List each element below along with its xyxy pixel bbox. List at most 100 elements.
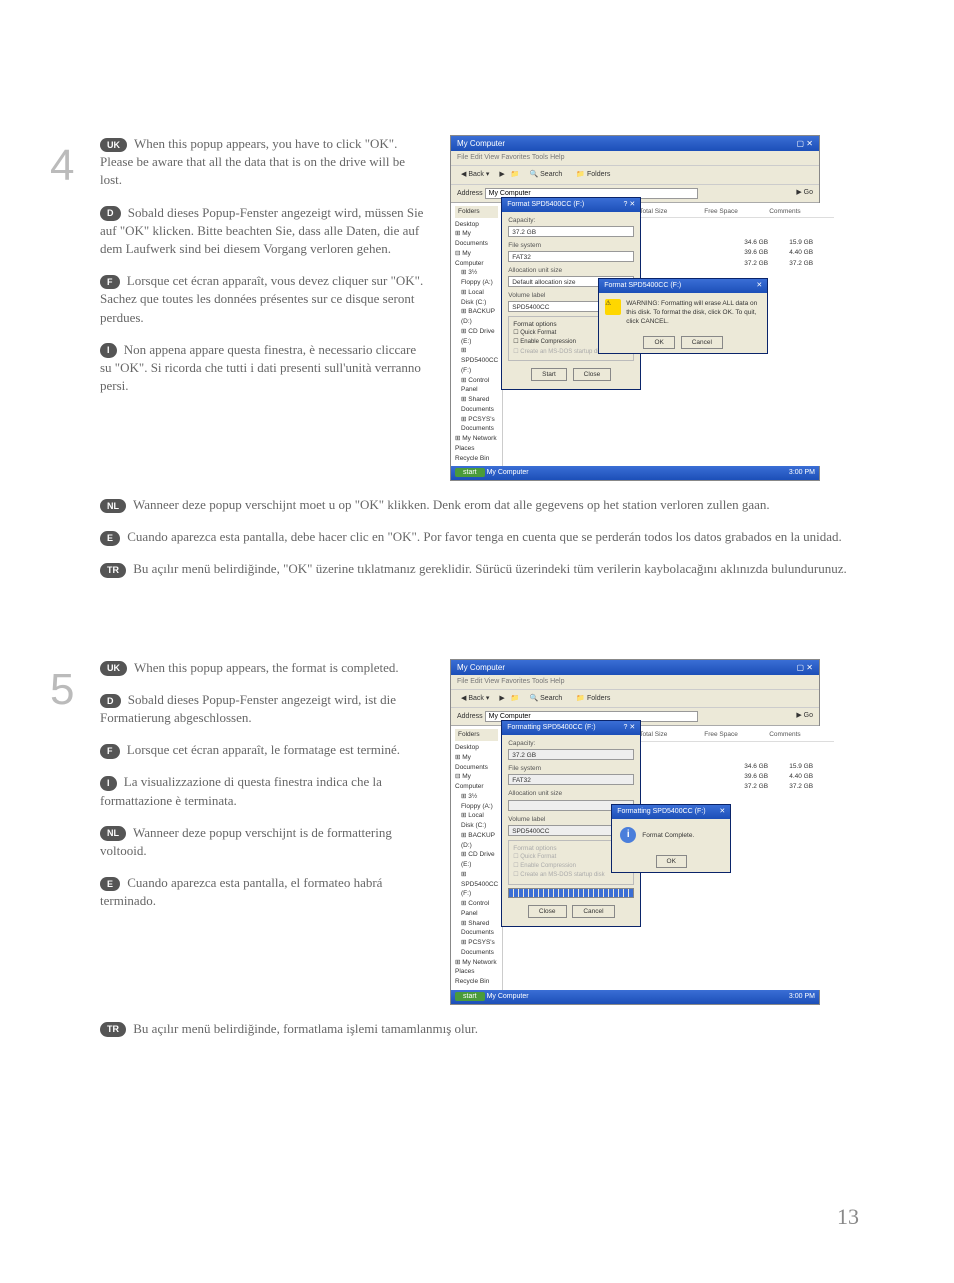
screenshot-format-warning: My Computer ▢ ✕ File Edit View Favorites… xyxy=(450,135,820,481)
tree-item: ⊞ My Documents xyxy=(455,753,498,773)
tree-item: ⊞ CD Drive (E:) xyxy=(455,327,498,347)
lang-f: F Lorsque cet écran apparaît, vous devez… xyxy=(100,272,430,327)
folder-tree: Folders Desktop ⊞ My Documents ⊟ My Comp… xyxy=(451,203,503,467)
drive-row: 34.6 GB15.9 GB xyxy=(629,762,834,772)
text-i: Non appena appare questa finestra, è nec… xyxy=(100,342,421,393)
close-icon: ? ✕ xyxy=(624,200,636,210)
text-uk: When this popup appears, the format is c… xyxy=(134,660,399,675)
alloc-label: Allocation unit size xyxy=(508,789,634,798)
cancel-button: Cancel xyxy=(681,336,723,349)
badge-d: D xyxy=(100,206,121,221)
badge-i: I xyxy=(100,776,117,791)
search-button: 🔍 Search xyxy=(525,169,566,181)
text-nl: Wanneer deze popup verschijnt moet u op … xyxy=(133,497,770,512)
tree-item: Desktop xyxy=(455,220,498,230)
close-icon: ✕ xyxy=(756,281,762,291)
warning-text: WARNING: Formatting will erase ALL data … xyxy=(626,299,761,326)
complete-title: Formatting SPD5400CC (F:) xyxy=(617,807,705,817)
progress-bar xyxy=(508,888,634,898)
lang-d: D Sobald dieses Popup-Fenster angezeigt … xyxy=(100,691,430,727)
badge-e: E xyxy=(100,531,120,546)
warning-title: Format SPD5400CC (F:) xyxy=(604,281,681,291)
capacity-value: 37.2 GB xyxy=(508,226,634,237)
start-button: start xyxy=(455,992,485,1001)
badge-e: E xyxy=(100,877,120,892)
text-i: La visualizzazione di questa finestra in… xyxy=(100,774,382,807)
text-d: Sobald dieses Popup-Fenster angezeigt wi… xyxy=(100,205,423,256)
tree-item: ⊟ My Computer xyxy=(455,772,498,792)
tree-item: ⊞ PCSYS's Documents xyxy=(455,938,498,958)
forward-icon: ▶ xyxy=(499,694,504,704)
start-button: start xyxy=(455,468,485,477)
filesystem-value: FAT32 xyxy=(508,251,634,262)
tree-item: ⊞ BACKUP (D:) xyxy=(455,307,498,327)
tree-item: ⊞ Local Disk (C:) xyxy=(455,288,498,308)
capacity-label: Capacity: xyxy=(508,739,634,748)
back-button: ◀ Back ▾ xyxy=(457,693,493,705)
tree-item: ⊞ 3½ Floppy (A:) xyxy=(455,792,498,812)
complete-dialog: Formatting SPD5400CC (F:) ✕ i Format Com… xyxy=(611,804,731,873)
badge-tr: TR xyxy=(100,1022,126,1037)
tree-item: ⊞ Control Panel xyxy=(455,376,498,396)
text-nl: Wanneer deze popup verschijnt is de form… xyxy=(100,825,392,858)
step-5: 5 UK When this popup appears, the format… xyxy=(100,659,869,1038)
lang-tr: TR Bu açılır menü belirdiğinde, formatla… xyxy=(100,1020,869,1038)
badge-f: F xyxy=(100,275,120,290)
badge-nl: NL xyxy=(100,499,126,514)
tree-item: ⊞ My Network Places xyxy=(455,434,498,454)
drive-row: 39.6 GB4.40 GB xyxy=(629,772,834,782)
lang-e: E Cuando aparezca esta pantalla, el form… xyxy=(100,874,430,910)
lang-tr: TR Bu açılır menü belirdiğinde, "OK" üze… xyxy=(100,560,869,578)
address-label: Address xyxy=(457,190,483,197)
tree-item: ⊞ My Documents xyxy=(455,229,498,249)
tree-item: ⊞ My Network Places xyxy=(455,958,498,978)
go-button: ▶ Go xyxy=(796,711,813,721)
window-titlebar: My Computer ▢ ✕ xyxy=(451,660,819,675)
badge-uk: UK xyxy=(100,661,127,676)
dialog-title: Formatting SPD5400CC (F:) xyxy=(507,723,595,733)
text-e: Cuando aparezca esta pantalla, debe hace… xyxy=(127,529,842,544)
step-number-5: 5 xyxy=(50,659,74,721)
folder-tree: Folders Desktop ⊞ My Documents ⊟ My Comp… xyxy=(451,726,503,990)
page-number: 13 xyxy=(837,1202,859,1233)
badge-nl: NL xyxy=(100,826,126,841)
clock: 3:00 PM xyxy=(789,992,815,1002)
up-icon: 📁 xyxy=(511,170,520,180)
taskbar-app: My Computer xyxy=(487,993,529,1000)
capacity-value: 37.2 GB xyxy=(508,749,634,760)
sidebar-title: Folders xyxy=(455,206,498,218)
badge-i: I xyxy=(100,343,117,358)
tree-item: Recycle Bin xyxy=(455,977,498,987)
window-titlebar: My Computer ▢ ✕ xyxy=(451,136,819,151)
lang-nl: NL Wanneer deze popup verschijnt is de f… xyxy=(100,824,430,860)
badge-f: F xyxy=(100,744,120,759)
tree-item: ⊞ Control Panel xyxy=(455,899,498,919)
screenshot-format-complete: My Computer ▢ ✕ File Edit View Favorites… xyxy=(450,659,820,1005)
up-icon: 📁 xyxy=(511,694,520,704)
badge-tr: TR xyxy=(100,563,126,578)
drive-row: 39.6 GB4.40 GB xyxy=(629,248,834,258)
text-d: Sobald dieses Popup-Fenster angezeigt wi… xyxy=(100,692,396,725)
close-icon: ✕ xyxy=(719,807,725,817)
window-title: My Computer xyxy=(457,138,505,149)
badge-uk: UK xyxy=(100,138,127,153)
lang-uk: UK When this popup appears, the format i… xyxy=(100,659,430,677)
taskbar: start My Computer 3:00 PM xyxy=(451,990,819,1004)
folders-button: 📁 Folders xyxy=(572,693,614,705)
close-button: Close xyxy=(573,368,612,381)
tree-item: ⊞ Shared Documents xyxy=(455,395,498,415)
warning-icon: ⚠ xyxy=(605,299,621,315)
window-controls-icon: ▢ ✕ xyxy=(797,138,813,149)
lang-i: I Non appena appare questa finestra, è n… xyxy=(100,341,430,396)
search-button: 🔍 Search xyxy=(525,693,566,705)
toolbar: ◀ Back ▾ ▶ 📁 🔍 Search 📁 Folders xyxy=(451,690,819,709)
toolbar: ◀ Back ▾ ▶ 📁 🔍 Search 📁 Folders xyxy=(451,166,819,185)
start-button: Start xyxy=(531,368,567,381)
step-number-4: 4 xyxy=(50,135,74,197)
lang-e: E Cuando aparezca esta pantalla, debe ha… xyxy=(100,528,869,546)
close-button: Close xyxy=(528,905,567,918)
drive-row: 37.2 GB37.2 GB xyxy=(629,782,834,792)
text-tr: Bu açılır menü belirdiğinde, formatlama … xyxy=(133,1021,478,1036)
tree-item: ⊞ CD Drive (E:) xyxy=(455,850,498,870)
tree-item: ⊞ SPD5400CC (F:) xyxy=(455,870,498,899)
